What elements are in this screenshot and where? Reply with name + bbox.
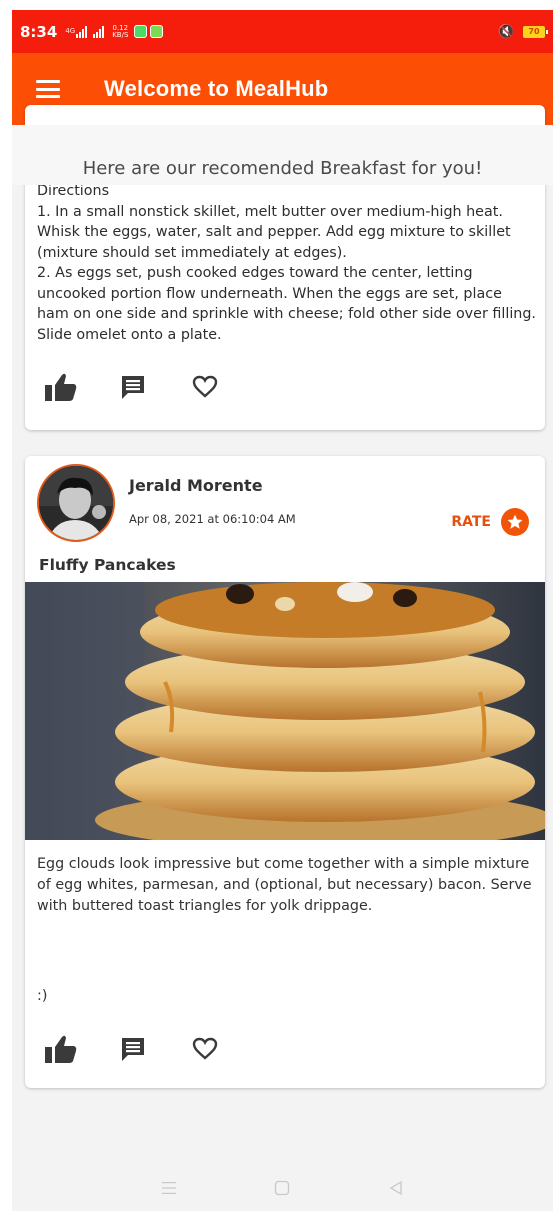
home-icon[interactable]	[267, 1176, 297, 1200]
recipe-title: Fluffy Pancakes	[39, 556, 176, 574]
battery-icon: 70	[523, 25, 548, 38]
avatar[interactable]	[37, 464, 115, 542]
rate-button[interactable]: RATE	[451, 508, 529, 536]
hamburger-menu-icon[interactable]	[36, 80, 60, 98]
signal-icon	[76, 25, 88, 38]
app-notification-icon	[134, 25, 148, 38]
network-speed: 0.12 KB/S	[112, 23, 129, 39]
app-notification-icon	[150, 25, 164, 38]
recents-icon[interactable]	[154, 1176, 184, 1200]
app-screen: 8:34 4G 0.12 KB/S 🔇 70 Welcome to MealHu…	[12, 10, 553, 1211]
star-icon	[501, 508, 529, 536]
post-author[interactable]: Jerald Morente	[129, 476, 263, 495]
status-bar: 8:34 4G 0.12 KB/S 🔇 70	[12, 10, 553, 53]
recipe-description: Egg clouds look impressive but come toge…	[37, 856, 532, 914]
rate-label: RATE	[451, 514, 491, 530]
signal-icon	[93, 25, 105, 38]
card-actions	[43, 371, 223, 403]
card-actions	[43, 1033, 223, 1065]
comment-icon[interactable]	[115, 371, 151, 403]
app-title: Welcome to MealHub	[104, 76, 329, 101]
network-label: 4G	[65, 27, 76, 35]
status-right: 🔇 70	[497, 23, 548, 40]
page-subtitle: Here are our recomended Breakfast for yo…	[12, 125, 553, 185]
vibrate-icon: 🔇	[497, 23, 515, 40]
comment-icon[interactable]	[115, 1033, 151, 1065]
thumbs-up-icon[interactable]	[43, 1033, 79, 1065]
recipe-card: Jerald Morente Apr 08, 2021 at 06:10:04 …	[25, 456, 545, 1088]
back-icon[interactable]	[381, 1176, 411, 1200]
recipe-directions: Directions 1. In a small nonstick skille…	[37, 183, 536, 343]
recipe-note: :)	[37, 988, 48, 1004]
heart-icon[interactable]	[187, 371, 223, 403]
system-nav-bar	[12, 1165, 553, 1211]
post-date: Apr 08, 2021 at 06:10:04 AM	[129, 512, 296, 526]
heart-icon[interactable]	[187, 1033, 223, 1065]
thumbs-up-icon[interactable]	[43, 371, 79, 403]
status-time: 8:34	[20, 22, 58, 41]
recipe-image	[25, 582, 545, 840]
